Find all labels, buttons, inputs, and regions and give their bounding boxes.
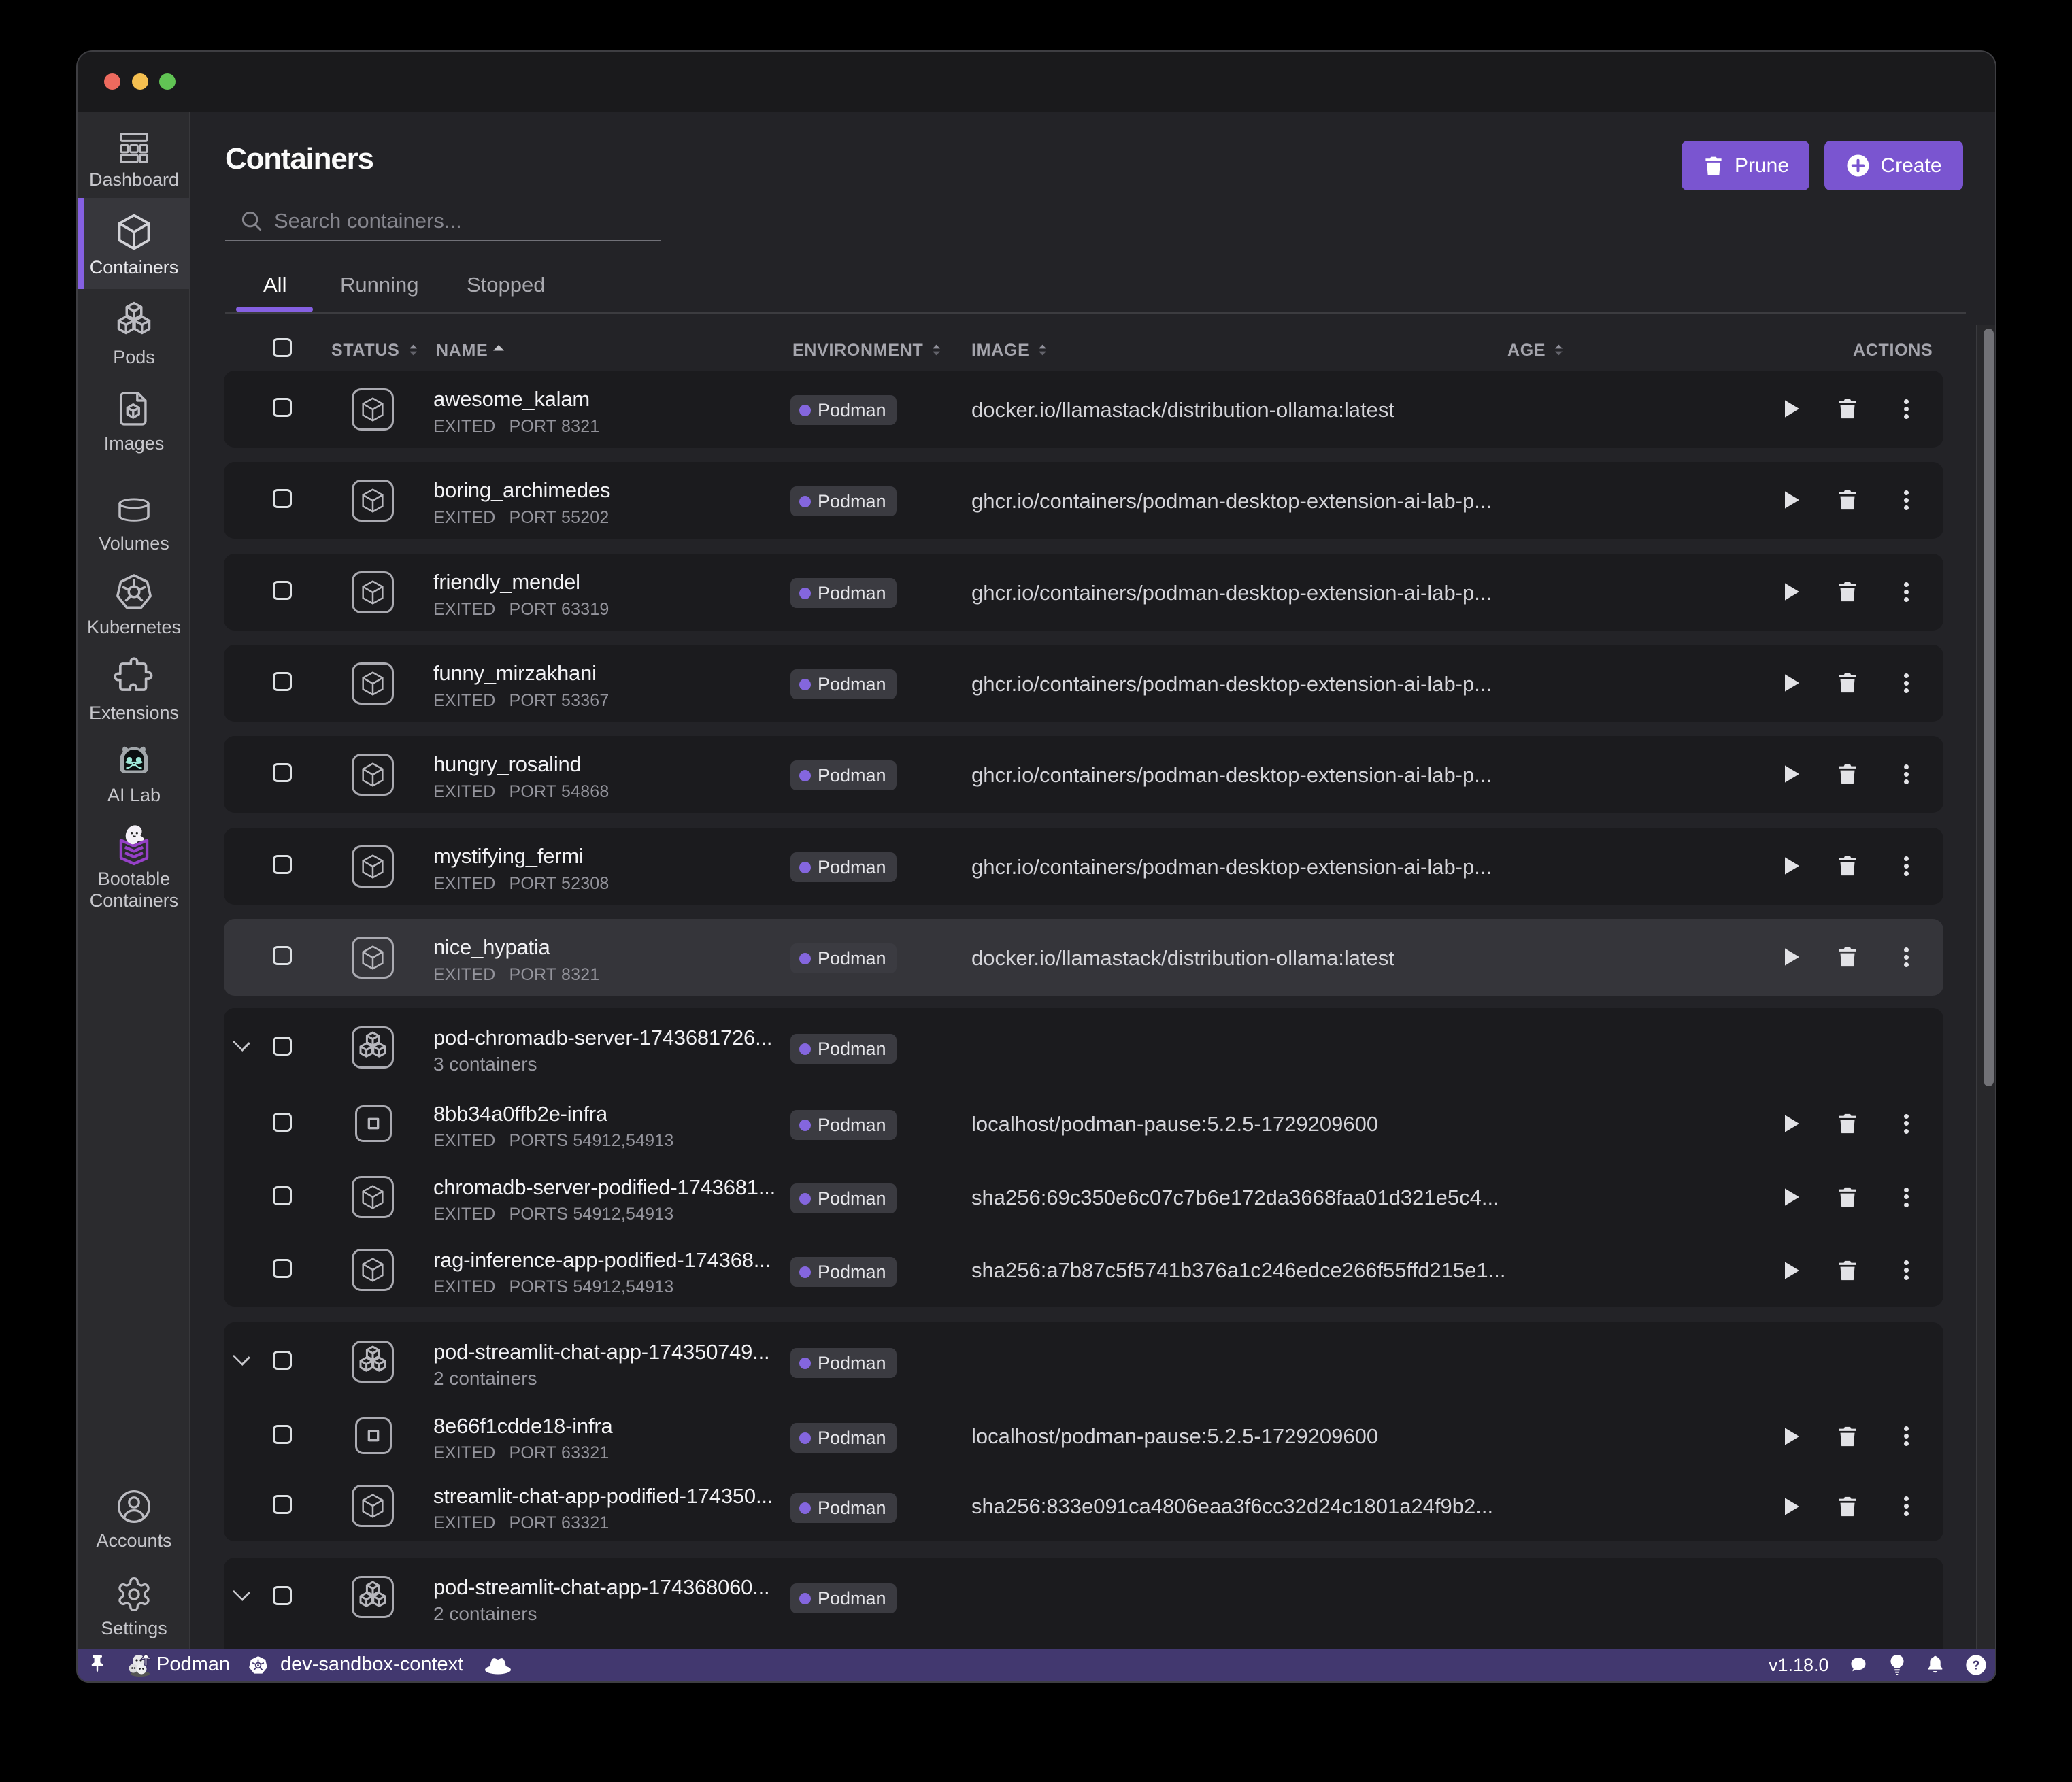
svg-text:?: ? [1972,1658,1979,1672]
